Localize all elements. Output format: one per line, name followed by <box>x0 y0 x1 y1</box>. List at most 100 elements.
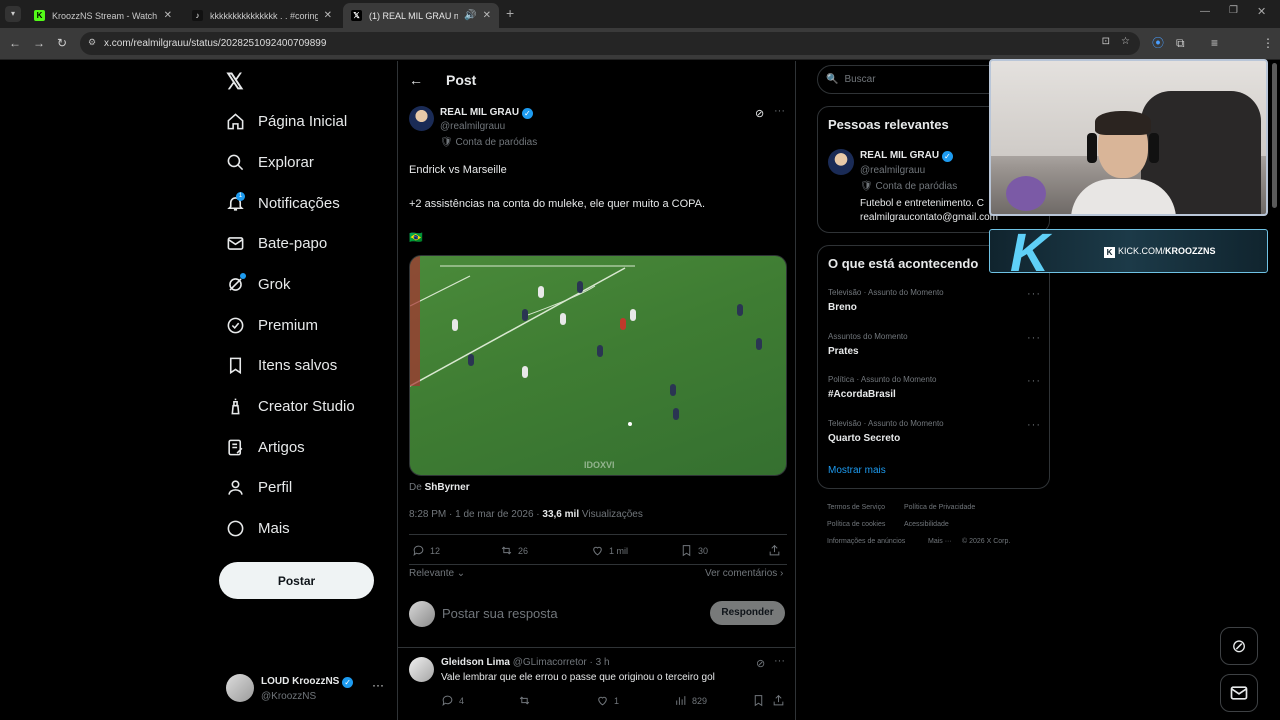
author-name[interactable]: REAL MIL GRAU <box>440 107 519 118</box>
footer-accessibility[interactable]: Acessibilidade <box>904 521 949 528</box>
install-app-icon[interactable]: ⊡ <box>1102 36 1110 47</box>
relevant-email[interactable]: realmilgraucontato@gmail.com <box>860 212 998 223</box>
extension-icon[interactable]: ⦿ <box>1152 36 1164 50</box>
kick-url-name: KROOZZNS <box>1165 246 1216 256</box>
see-comments-link[interactable]: Ver comentários › <box>705 568 783 579</box>
divider <box>409 564 787 565</box>
trend-item[interactable]: Assuntos do Momento Prates ··· <box>828 332 1041 357</box>
repost-button[interactable]: 26 <box>500 544 528 557</box>
author-handle[interactable]: @realmilgrauu <box>440 121 505 132</box>
footer-cookies[interactable]: Política de cookies <box>827 521 885 528</box>
share-icon <box>769 544 780 556</box>
tab-groups-icon[interactable]: ≡ <box>1211 36 1218 50</box>
post-video[interactable]: IDOXVI <box>409 255 787 476</box>
nav-item-perfil[interactable]: Perfil <box>226 474 292 500</box>
tiktok-favicon: ♪ <box>192 10 203 21</box>
more-options-icon[interactable]: ··· <box>1027 288 1041 300</box>
nav-item-grok[interactable]: Grok <box>226 271 291 297</box>
nav-item-p-gina-inicial[interactable]: Página Inicial <box>226 108 347 134</box>
nav-item-creator-studio[interactable]: Creator Studio <box>226 393 355 419</box>
back-arrow-icon[interactable]: ← <box>9 36 21 50</box>
footer-privacy[interactable]: Política de Privacidade <box>904 504 975 511</box>
reply-time[interactable]: · 3 h <box>590 657 610 668</box>
messages-floating-button[interactable] <box>1220 674 1258 712</box>
sort-dropdown[interactable]: Relevante ⌄ <box>409 568 465 579</box>
person-icon <box>226 478 245 497</box>
more-options-icon[interactable]: ··· <box>372 678 384 692</box>
footer-more[interactable]: Mais ··· <box>928 538 952 545</box>
more-options-icon[interactable]: ··· <box>1027 375 1041 387</box>
reply-button[interactable]: 12 <box>412 544 440 557</box>
close-icon[interactable]: ✕ <box>164 10 172 21</box>
relevant-handle[interactable]: @realmilgrauu <box>860 165 925 176</box>
tab-kick[interactable]: K KroozzNS Stream - Watch Live on Kick ✕ <box>26 3 180 28</box>
bookmark-star-icon[interactable]: ☆ <box>1121 36 1130 47</box>
tab-search-button[interactable]: ▾ <box>5 6 21 22</box>
close-icon[interactable]: ✕ <box>483 10 491 21</box>
tab-x-post[interactable]: 𝕏 (1) REAL MIL GRAU no X: "Endrick vs 🔊 … <box>343 3 499 28</box>
reply-author-name[interactable]: Gleidson Lima <box>441 657 510 668</box>
player-white <box>522 366 528 378</box>
nav-item-explorar[interactable]: Explorar <box>226 149 314 175</box>
account-switcher[interactable]: LOUD KroozzNS ✓ @KroozzNS ··· <box>226 674 386 704</box>
relevant-name[interactable]: REAL MIL GRAU <box>860 150 939 161</box>
footer-terms[interactable]: Termos de Serviço <box>827 504 885 511</box>
parody-label: Conta de paródias <box>455 137 538 148</box>
credit-link[interactable]: ShByrner <box>425 482 470 493</box>
browser-menu-icon[interactable]: ⋮ <box>1262 36 1274 50</box>
back-arrow-icon[interactable]: ← <box>409 72 423 88</box>
reply-author-handle[interactable]: @GLimacorretor <box>513 657 587 668</box>
reply-avatar[interactable] <box>409 657 434 682</box>
search-input[interactable]: 🔍 Buscar <box>817 65 1017 94</box>
grok-floating-button[interactable]: ⊘ <box>1220 627 1258 665</box>
reply-icon <box>442 695 453 706</box>
nav-item-premium[interactable]: Premium <box>226 312 318 338</box>
forward-arrow-icon[interactable]: → <box>33 36 45 50</box>
maximize-button[interactable]: ❐ <box>1229 5 1238 16</box>
audio-icon[interactable]: 🔊 <box>464 10 476 21</box>
like-button[interactable]: 1 mil <box>591 544 628 557</box>
nav-item-itens-salvos[interactable]: Itens salvos <box>226 352 337 378</box>
share-button[interactable] <box>768 544 786 557</box>
reply-submit-button[interactable]: Responder <box>710 601 785 625</box>
page-scrollbar[interactable] <box>1272 63 1277 208</box>
grok-icon[interactable]: ⊘ <box>756 657 765 670</box>
share-button[interactable] <box>772 694 790 707</box>
post-timestamp[interactable]: 8:28 PM · 1 de mar de 2026 · <box>409 509 542 520</box>
trend-item[interactable]: Televisão · Assunto do Momento Breno ··· <box>828 288 1041 313</box>
new-tab-button[interactable]: + <box>506 5 514 21</box>
relevant-avatar[interactable] <box>828 149 854 175</box>
reload-icon[interactable]: ↻ <box>57 36 67 50</box>
puzzle-extensions-icon[interactable]: ⧉ <box>1176 36 1185 50</box>
more-options-icon[interactable]: ··· <box>774 105 785 117</box>
author-avatar[interactable] <box>409 106 434 131</box>
more-options-icon[interactable]: ··· <box>1027 419 1041 431</box>
close-window-button[interactable]: ✕ <box>1257 5 1266 18</box>
post-button[interactable]: Postar <box>219 562 374 599</box>
nav-item-mais[interactable]: Mais <box>226 515 290 541</box>
nav-item-bate-papo[interactable]: Bate-papo <box>226 230 327 256</box>
views-button[interactable]: 829 <box>674 694 707 707</box>
footer-ads-info[interactable]: Informações de anúncios <box>827 538 905 545</box>
grok-icon[interactable]: ⊘ <box>755 107 764 120</box>
more-options-icon[interactable]: ··· <box>1027 332 1041 344</box>
site-info-icon[interactable]: ⚙ <box>88 37 96 48</box>
tab-tiktok[interactable]: ♪ kkkkkkkkkkkkkkk . . #coringa #music ✕ <box>184 3 340 28</box>
nav-item-artigos[interactable]: Artigos <box>226 434 305 460</box>
x-logo-icon[interactable]: 𝕏 <box>226 69 244 95</box>
nav-item-notifica-es[interactable]: 1 Notificações <box>226 190 340 216</box>
more-options-icon[interactable]: ··· <box>774 655 785 667</box>
close-icon[interactable]: ✕ <box>324 10 332 21</box>
bookmark-button[interactable]: 30 <box>680 544 708 557</box>
trend-item[interactable]: Televisão · Assunto do Momento Quarto Sec… <box>828 419 1041 444</box>
show-more-link[interactable]: Mostrar mais <box>828 465 886 476</box>
reply-input[interactable]: Postar sua resposta <box>442 606 558 621</box>
repost-button[interactable] <box>518 694 536 707</box>
plush-toy <box>1006 176 1046 211</box>
trend-item[interactable]: Política · Assunto do Momento #AcordaBras… <box>828 375 1041 400</box>
reply-button[interactable]: 4 <box>441 694 464 707</box>
address-bar[interactable]: ⚙ x.com/realmilgrauu/status/202825109240… <box>80 32 1140 55</box>
like-button[interactable]: 1 <box>596 694 619 707</box>
bookmark-button[interactable] <box>752 694 770 707</box>
minimize-button[interactable]: — <box>1200 6 1210 17</box>
